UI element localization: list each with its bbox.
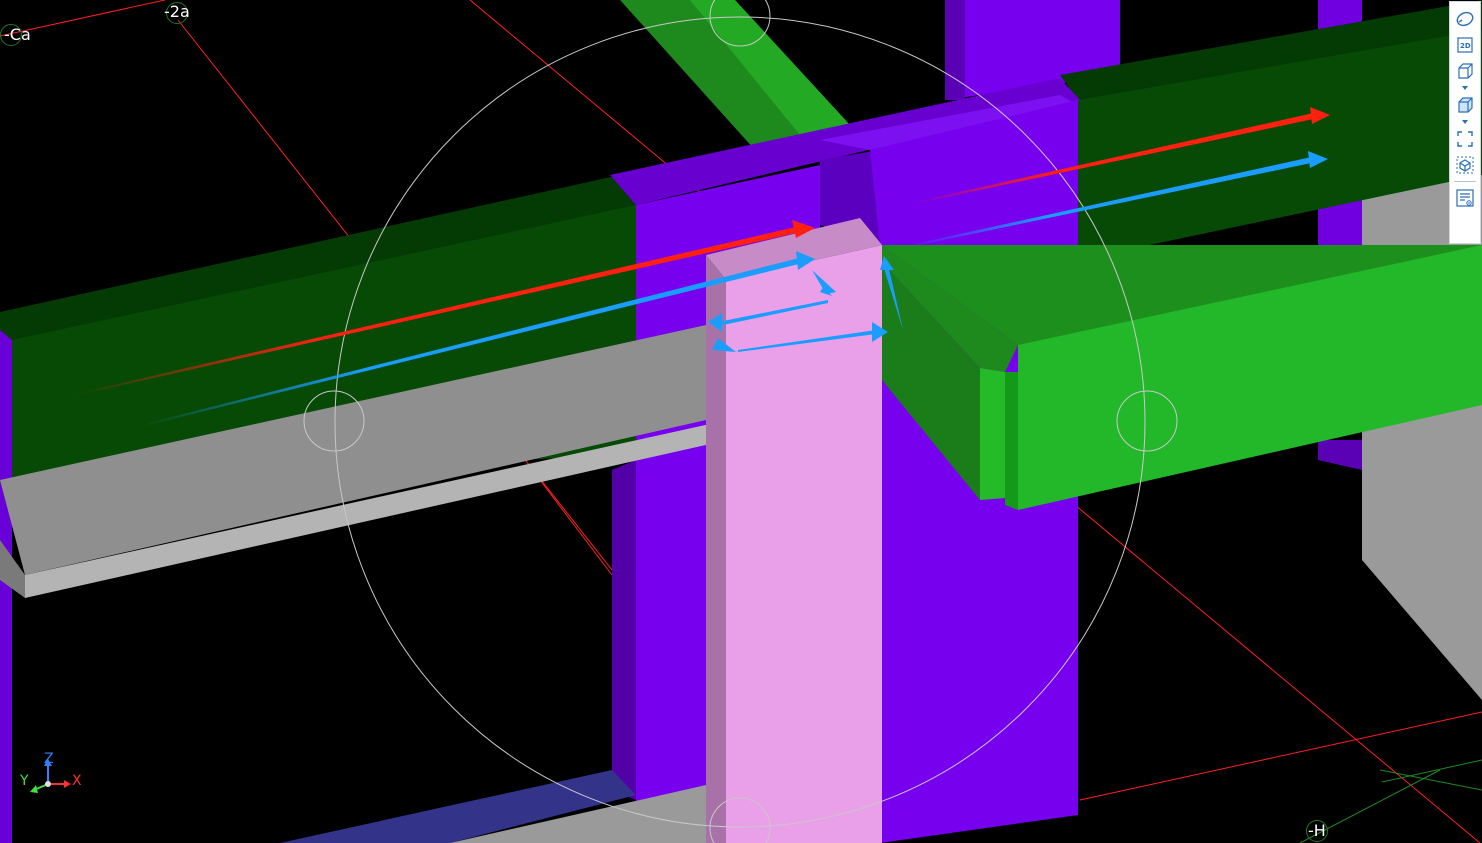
grid-label-ca[interactable]: -Ca <box>4 26 31 44</box>
orbit-icon <box>1456 11 1474 27</box>
axis-label-z: Z <box>44 752 54 767</box>
grid-label-2a[interactable]: -2a <box>164 3 190 21</box>
zoom-extents-icon <box>1457 131 1473 147</box>
3d-viewport[interactable]: -Ca -2a -H Z X Y 2D <box>0 0 1482 843</box>
purple-post-far-right-side[interactable] <box>1318 440 1362 470</box>
view-toolbar: 2D <box>1449 1 1481 244</box>
green-beam-bright-cap[interactable] <box>980 368 1005 500</box>
shaded-options-dropdown[interactable] <box>1452 118 1478 126</box>
isometric-view-icon <box>1456 156 1474 174</box>
properties-view-button[interactable] <box>1452 185 1478 211</box>
chevron-down-icon <box>1462 120 1468 124</box>
purple-column-back-side[interactable] <box>945 0 965 100</box>
wireframe-options-dropdown[interactable] <box>1452 84 1478 92</box>
grid-label-h[interactable]: -H <box>1308 822 1326 840</box>
toolbar-divider <box>1454 181 1476 182</box>
model-scene[interactable] <box>0 0 1482 843</box>
isometric-view-button[interactable] <box>1452 152 1478 178</box>
grid-label-2a-text: 2a <box>169 2 190 21</box>
orbit-button[interactable] <box>1452 6 1478 32</box>
properties-view-icon <box>1456 189 1474 207</box>
3d-wireframe-button[interactable] <box>1452 58 1478 84</box>
2d-view-label: 2D <box>1460 42 1471 50</box>
2d-view-icon: 2D <box>1457 37 1473 53</box>
chevron-down-icon <box>1462 86 1468 90</box>
grid-label-h-text: H <box>1313 821 1326 840</box>
grid-label-ca-text: Ca <box>9 25 31 44</box>
purple-column-left-side[interactable] <box>612 460 636 800</box>
axis-triad: Z X Y <box>19 752 82 793</box>
green-beam-bright-notch[interactable] <box>1005 372 1018 510</box>
axis-label-x: X <box>72 773 82 789</box>
2d-view-button[interactable]: 2D <box>1452 32 1478 58</box>
3d-shaded-button[interactable] <box>1452 92 1478 118</box>
zoom-extents-button[interactable] <box>1452 126 1478 152</box>
axis-label-y: Y <box>19 773 29 789</box>
shaded-box-icon <box>1458 97 1473 113</box>
3d-box-icon <box>1458 63 1473 79</box>
